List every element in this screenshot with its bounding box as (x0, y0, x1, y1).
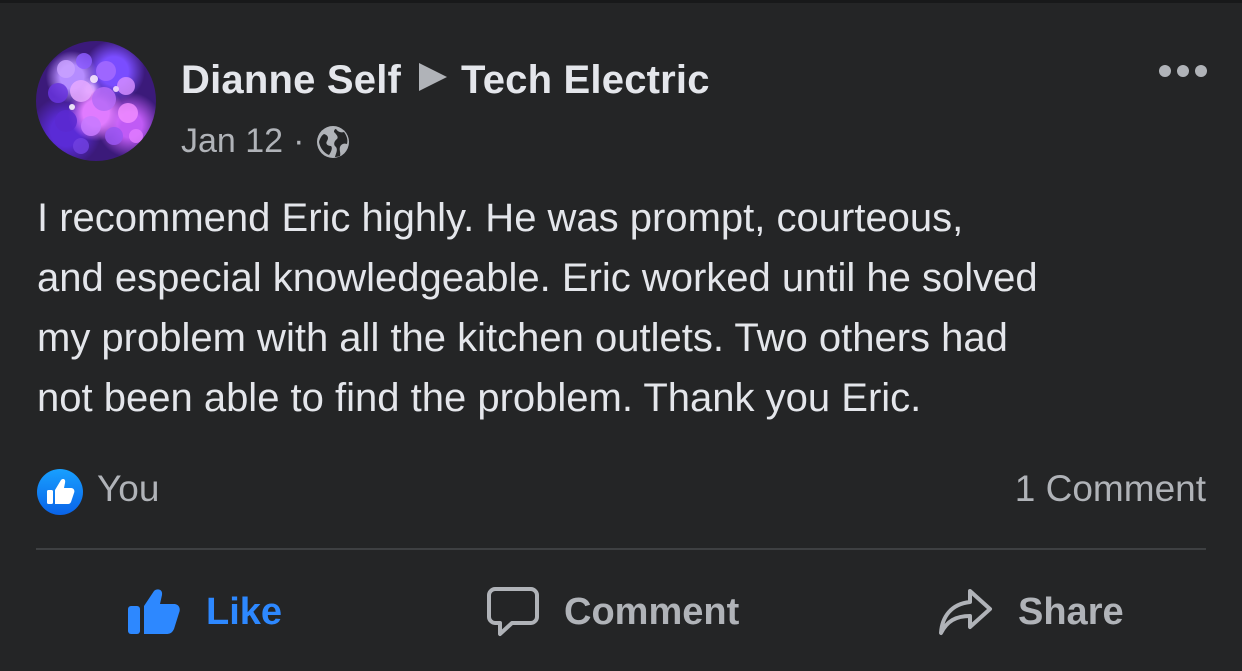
post-card: Dianne Self Tech Electric Jan 12 · I reco… (0, 0, 1242, 671)
like-button[interactable]: Like (126, 572, 282, 652)
post-date[interactable]: Jan 12 (181, 122, 283, 161)
post-meta: Jan 12 · (181, 122, 352, 161)
avatar[interactable] (36, 41, 156, 161)
arrow-right-icon (419, 63, 448, 91)
thumbs-up-icon (128, 589, 180, 634)
action-bar: Like Comment Share (36, 572, 1206, 652)
share-label: Share (1018, 590, 1124, 633)
comment-count[interactable]: 1 Comment (1015, 468, 1206, 510)
comment-bubble-icon (487, 587, 539, 636)
globe-icon (317, 125, 350, 158)
post-body-text: I recommend Eric highly. He was prompt, … (37, 196, 1038, 420)
divider (36, 548, 1206, 550)
meta-separator: · (293, 122, 305, 160)
reactor-names[interactable]: You (97, 468, 159, 510)
post-header: Dianne Self Tech Electric (181, 58, 710, 103)
comment-button[interactable]: Comment (486, 572, 739, 652)
more-horizontal-icon[interactable] (1158, 60, 1208, 82)
like-label: Like (206, 590, 283, 633)
share-button[interactable]: Share (938, 572, 1124, 652)
share-arrow-icon (939, 589, 992, 635)
reaction-summary: You 1 Comment (36, 466, 1206, 516)
hydrangea-image (48, 53, 143, 154)
comment-label: Comment (564, 590, 740, 633)
target-page-name[interactable]: Tech Electric (461, 58, 710, 102)
author-name[interactable]: Dianne Self (181, 58, 401, 102)
like-badge-icon[interactable] (36, 468, 84, 516)
